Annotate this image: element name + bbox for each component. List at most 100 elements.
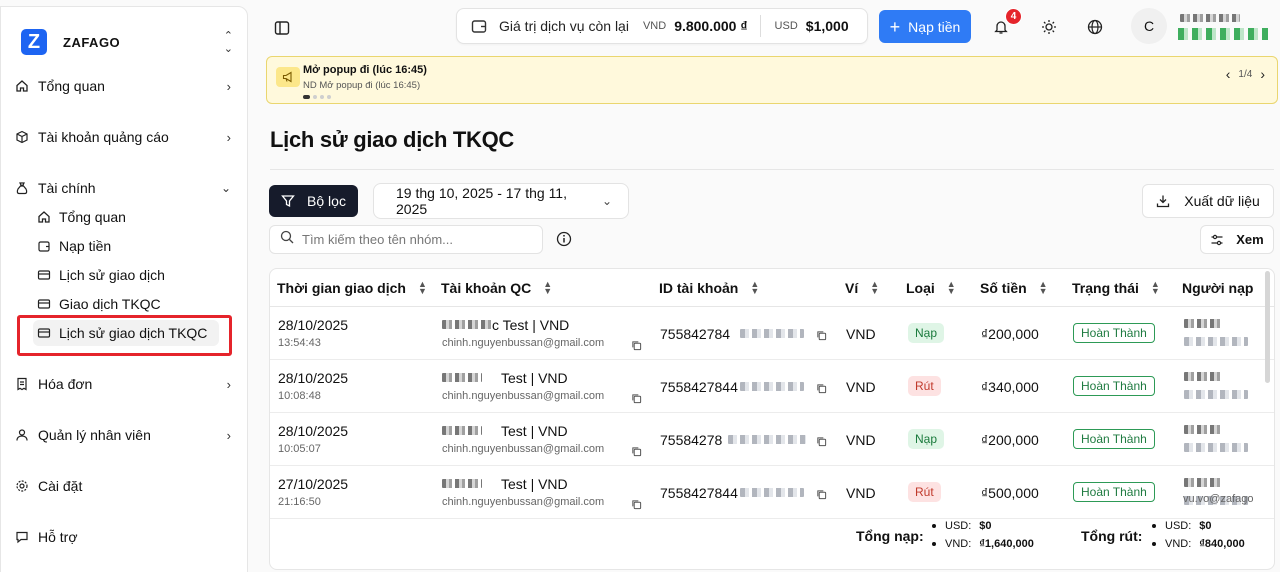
- sidebar-toggle-icon[interactable]: [270, 16, 294, 40]
- column-header-type[interactable]: Loại ▲ ▼: [906, 279, 956, 296]
- sort-icon: ▲ ▼: [1038, 278, 1048, 296]
- ad-account-name: Test | VND: [501, 423, 568, 439]
- account-id: 7558427844: [660, 485, 738, 501]
- page-title: Lịch sử giao dịch TKQC: [270, 127, 515, 152]
- avatar[interactable]: C: [1131, 8, 1167, 44]
- status-badge: Hoàn Thành: [1073, 429, 1155, 449]
- redacted-text: [442, 479, 482, 488]
- copy-icon[interactable]: [816, 487, 828, 500]
- amount-value: ₫200,000: [981, 326, 1039, 342]
- redacted-text: [1184, 478, 1222, 487]
- download-icon: [1156, 194, 1170, 208]
- announcement-banner[interactable]: Mở popup đi (lúc 16:45) ND Mở popup đi (…: [266, 56, 1278, 104]
- copy-icon[interactable]: [631, 391, 643, 404]
- tx-date: 28/10/2025: [278, 317, 349, 333]
- export-label: Xuất dữ liệu: [1184, 193, 1260, 209]
- column-header-account-id[interactable]: ID tài khoản ▲ ▼: [659, 278, 760, 296]
- table-scrollbar[interactable]: [1265, 271, 1270, 383]
- redacted-text: [728, 435, 806, 444]
- redacted-text: [442, 373, 482, 382]
- sidebar-item-staff[interactable]: Quản lý nhân viên ›: [15, 422, 235, 448]
- usd-balance: $1,000: [805, 18, 849, 34]
- table-row[interactable]: 28/10/2025 10:05:07 Test | VND chinh.nguyen…: [270, 413, 1274, 466]
- sidebar-item-overview[interactable]: Tổng quan ›: [15, 73, 235, 99]
- redacted-text: [442, 426, 482, 435]
- sidebar-sub-label: Giao dịch TKQC: [59, 296, 161, 312]
- redacted-text: [1184, 372, 1222, 381]
- globe-icon[interactable]: [1084, 16, 1106, 38]
- chevron-down-icon: ⌄: [601, 194, 612, 208]
- total-deposit-label: Tổng nạp:: [856, 528, 924, 544]
- card-history-icon: [37, 268, 51, 282]
- copy-icon[interactable]: [631, 338, 643, 351]
- sun-icon[interactable]: [1038, 16, 1060, 38]
- tx-date: 28/10/2025: [278, 370, 349, 386]
- column-header-wallet[interactable]: Ví ▲ ▼: [845, 278, 880, 296]
- wallet-value: VND: [846, 326, 876, 342]
- copy-icon[interactable]: [816, 434, 828, 447]
- table-row[interactable]: 28/10/2025 10:08:48 Test | VND chinh.nguyen…: [270, 360, 1274, 413]
- sidebar-sub-topup[interactable]: Nạp tiền: [37, 233, 221, 259]
- sidebar-sub-finance-overview[interactable]: Tổng quan: [37, 204, 221, 230]
- date-range-picker[interactable]: 19 thg 10, 2025 - 17 thg 11, 2025 ⌄: [373, 183, 629, 219]
- total-withdraw-label: Tổng rút:: [1081, 528, 1143, 544]
- search-box[interactable]: [269, 225, 543, 254]
- sidebar-item-finance[interactable]: Tài chính ⌄: [15, 175, 235, 201]
- sliders-icon: [1210, 233, 1224, 247]
- sidebar-sub-label: Nạp tiền: [59, 238, 112, 254]
- ad-account-email: chinh.nguyenbussan@gmail.com: [442, 496, 605, 508]
- ad-account-email: chinh.nguyenbussan@gmail.com: [442, 390, 605, 402]
- announcement-pager: ‹ 1/4 ›: [1226, 66, 1265, 82]
- copy-icon[interactable]: [816, 381, 828, 394]
- sort-icon: ▲ ▼: [870, 278, 880, 296]
- type-badge: Nạp: [908, 429, 945, 449]
- transactions-table: Thời gian giao dịch ▲ ▼ Tài khoản QC ▲ ▼ ID …: [269, 268, 1275, 570]
- topup-button[interactable]: + Nạp tiền: [879, 10, 971, 43]
- info-icon[interactable]: [556, 231, 572, 247]
- column-header-account[interactable]: Tài khoản QC ▲ ▼: [441, 278, 553, 296]
- wallet-icon: [471, 18, 487, 34]
- status-badge: Hoàn Thành: [1073, 323, 1155, 343]
- table-row[interactable]: 27/10/2025 21:16:50 Test | VND chinh.nguyen…: [270, 466, 1274, 519]
- user-info-redacted[interactable]: [1178, 12, 1270, 44]
- sidebar-item-support[interactable]: Hỗ trợ: [15, 524, 235, 550]
- sort-icon: ▲ ▼: [543, 278, 553, 296]
- card-history-icon: [37, 297, 51, 311]
- chevron-right-icon[interactable]: ›: [1260, 66, 1265, 82]
- view-options-button[interactable]: Xem: [1200, 225, 1274, 254]
- amount-value: ₫500,000: [981, 485, 1039, 501]
- sidebar-sub-ad-transactions[interactable]: Giao dịch TKQC: [37, 291, 221, 317]
- column-header-time[interactable]: Thời gian giao dịch ▲ ▼: [277, 279, 427, 296]
- redacted-text: [740, 488, 804, 497]
- total-deposit-vnd: VND: ₫1,640,000: [932, 538, 1034, 550]
- sidebar-item-label: Tài khoản quảng cáo: [38, 129, 169, 145]
- filter-button[interactable]: Bộ lọc: [269, 185, 358, 217]
- receipt-icon: [15, 377, 29, 391]
- sidebar-item-invoices[interactable]: Hóa đơn ›: [15, 371, 235, 397]
- copy-icon[interactable]: [631, 444, 643, 457]
- account-id: 75584278: [660, 432, 723, 448]
- table-row[interactable]: 28/10/2025 13:54:43 c Test | VND chinh.nguy…: [270, 307, 1274, 360]
- copy-icon[interactable]: [816, 328, 828, 341]
- sidebar-item-label: Quản lý nhân viên: [38, 427, 151, 443]
- search-input[interactable]: [302, 232, 522, 247]
- column-header-depositor[interactable]: Người nạp: [1182, 280, 1253, 296]
- sort-icon: ▲ ▼: [750, 278, 760, 296]
- copy-icon[interactable]: [631, 497, 643, 510]
- chevron-left-icon[interactable]: ‹: [1226, 66, 1231, 82]
- type-badge: Rút: [908, 482, 941, 502]
- sidebar-item-settings[interactable]: Cài đặt: [15, 473, 235, 499]
- chevron-updown-icon[interactable]: ⌃ ⌄: [224, 29, 233, 55]
- sidebar-item-ad-accounts[interactable]: Tài khoản quảng cáo ›: [15, 124, 235, 150]
- divider: [759, 15, 761, 37]
- column-header-status[interactable]: Trạng thái ▲ ▼: [1072, 279, 1160, 296]
- column-header-amount[interactable]: Số tiền ▲ ▼: [980, 278, 1048, 296]
- sidebar-sub-label: Tổng quan: [59, 209, 126, 225]
- status-badge: Hoàn Thành: [1073, 376, 1155, 396]
- highlight-annotation: [17, 315, 232, 356]
- topup-label: Nạp tiền: [908, 18, 961, 35]
- account-id: 7558427844: [660, 379, 738, 395]
- export-button[interactable]: Xuất dữ liệu: [1142, 184, 1274, 218]
- brand-switcher[interactable]: Z ZAFAGO ⌃ ⌄: [21, 27, 233, 57]
- sidebar-sub-history[interactable]: Lịch sử giao dịch: [37, 262, 221, 288]
